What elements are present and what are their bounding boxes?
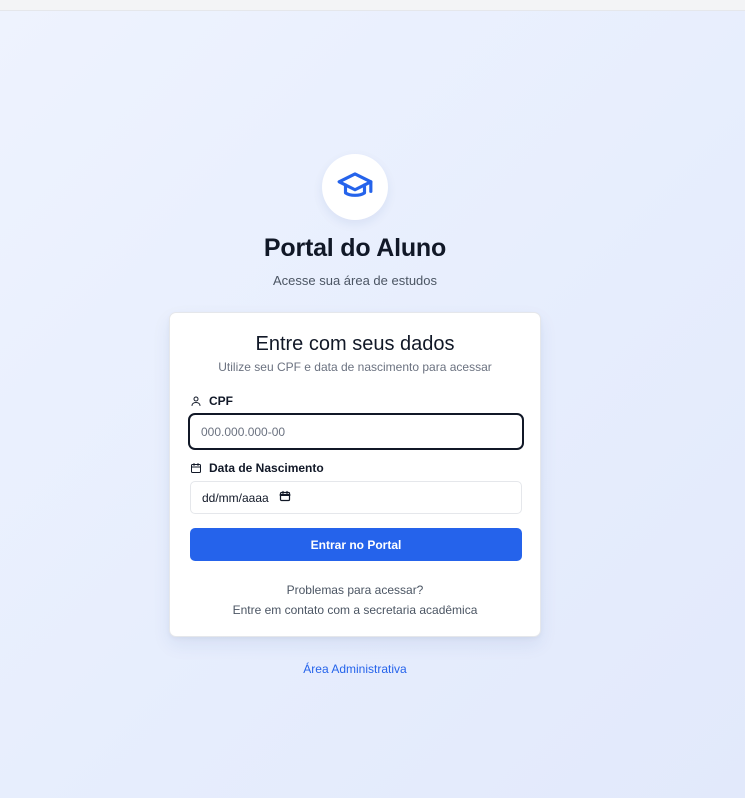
cpf-label: CPF: [190, 394, 233, 408]
card-subtitle: Utilize seu CPF e data de nascimento par…: [218, 360, 492, 374]
browser-top-edge: [0, 0, 745, 11]
page-title: Portal do Aluno: [263, 234, 447, 262]
cpf-input[interactable]: [188, 413, 524, 450]
card-title: Entre com seus dados: [255, 333, 455, 355]
page-subtitle: Acesse sua área de estudos: [272, 273, 438, 288]
user-icon: [190, 395, 202, 407]
help-title: Problemas para acessar?: [286, 583, 424, 597]
logo-badge: [322, 154, 388, 220]
help-text: Entre em contato com a secretaria acadêm…: [232, 603, 478, 617]
birth-date-label: Data de Nascimento: [190, 461, 324, 475]
birth-date-input[interactable]: dd/mm/aaaa: [190, 481, 522, 514]
submit-button[interactable]: Entrar no Portal: [190, 528, 522, 561]
graduation-cap-icon: [336, 166, 374, 209]
birth-date-placeholder: dd/mm/aaaa: [202, 490, 269, 505]
birth-date-label-text: Data de Nascimento: [209, 461, 324, 475]
hero-header: Portal do Aluno Acesse sua área de estud…: [0, 154, 710, 288]
login-card: Entre com seus dados Utilize seu CPF e d…: [169, 312, 541, 637]
date-picker-icon[interactable]: [279, 490, 291, 505]
admin-area-link[interactable]: Área Administrativa: [0, 662, 710, 676]
cpf-label-text: CPF: [209, 394, 233, 408]
calendar-icon: [190, 462, 202, 474]
